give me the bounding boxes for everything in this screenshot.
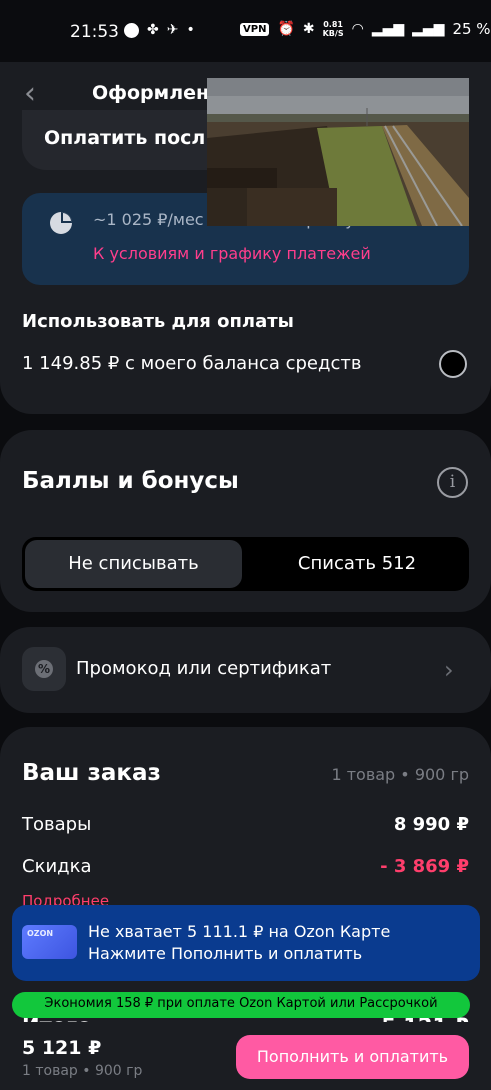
status-system-icons: VPN ⏰ ✱ 0.81 KB/S ◠ ▂▄▆ ▂▄▆ 25 % xyxy=(240,20,491,38)
discount-value: - 3 869 ₽ xyxy=(380,856,469,877)
spotify-icon xyxy=(124,22,139,38)
savings-text: Экономия 158 ₽ при оплате Ozon Картой ил… xyxy=(44,996,438,1011)
top-up-banner[interactable] xyxy=(12,905,480,981)
info-icon[interactable]: i xyxy=(437,467,468,498)
banner-title: Не хватает 5 111.1 ₽ на Ozon Карте xyxy=(88,922,391,941)
status-time: 21:53 xyxy=(70,22,119,42)
fan-icon: ✤ xyxy=(147,22,159,38)
order-meta: 1 товар • 900 гр xyxy=(331,765,469,784)
chevron-right-icon: › xyxy=(444,656,454,684)
top-up-and-pay-button[interactable]: Пополнить и оплатить xyxy=(236,1035,469,1079)
bluetooth-icon: ✱ xyxy=(302,21,315,37)
network-speed: 0.81 KB/S xyxy=(322,20,344,38)
dot-icon: • xyxy=(186,22,195,38)
bonuses-title: Баллы и бонусы xyxy=(22,468,239,494)
bottom-meta: 1 товар • 900 гр xyxy=(22,1063,143,1079)
bottom-total: 5 121 ₽ xyxy=(22,1037,102,1059)
banner-subtitle: Нажмите Пополнить и оплатить xyxy=(88,944,363,963)
battery-level: 25 % xyxy=(452,20,491,38)
wifi-icon: ◠ xyxy=(351,21,364,37)
signal-icon-1: ▂▄▆ xyxy=(371,21,405,37)
order-title: Ваш заказ xyxy=(22,760,161,786)
pay-later-label: Оплатить после xyxy=(44,127,206,149)
alarm-icon: ⏰ xyxy=(277,21,295,37)
installment-terms-link[interactable]: К условиям и графику платежей xyxy=(93,244,371,263)
details-link[interactable]: Подробнее xyxy=(22,892,109,906)
bird-icon: ✈ xyxy=(166,22,179,38)
promo-label: Промокод или сертификат xyxy=(76,658,332,679)
goods-label: Товары xyxy=(22,814,92,835)
bonus-option-no-label: Не списывать xyxy=(68,553,199,574)
balance-radio[interactable] xyxy=(439,350,467,378)
vpn-badge: VPN xyxy=(240,22,270,36)
signal-icon-2: ▂▄▆ xyxy=(412,21,445,37)
use-for-payment-label: Использовать для оплаты xyxy=(22,311,294,332)
landscape-photo xyxy=(207,78,469,226)
page-title: Оформление заказа xyxy=(92,82,222,104)
pie-chart-icon xyxy=(50,212,72,234)
bonus-option-yes[interactable]: Списать 512 xyxy=(245,553,469,574)
ozon-card-logo-text: OZON xyxy=(27,929,54,938)
balance-option-text: 1 149.85 ₽ с моего баланса средств xyxy=(22,353,362,374)
back-icon[interactable]: ‹ xyxy=(24,79,52,109)
discount-label: Скидка xyxy=(22,856,92,877)
percent-icon: % xyxy=(35,660,53,678)
status-notification-icons: ✤ ✈ • xyxy=(124,22,195,38)
goods-value: 8 990 ₽ xyxy=(393,814,469,835)
